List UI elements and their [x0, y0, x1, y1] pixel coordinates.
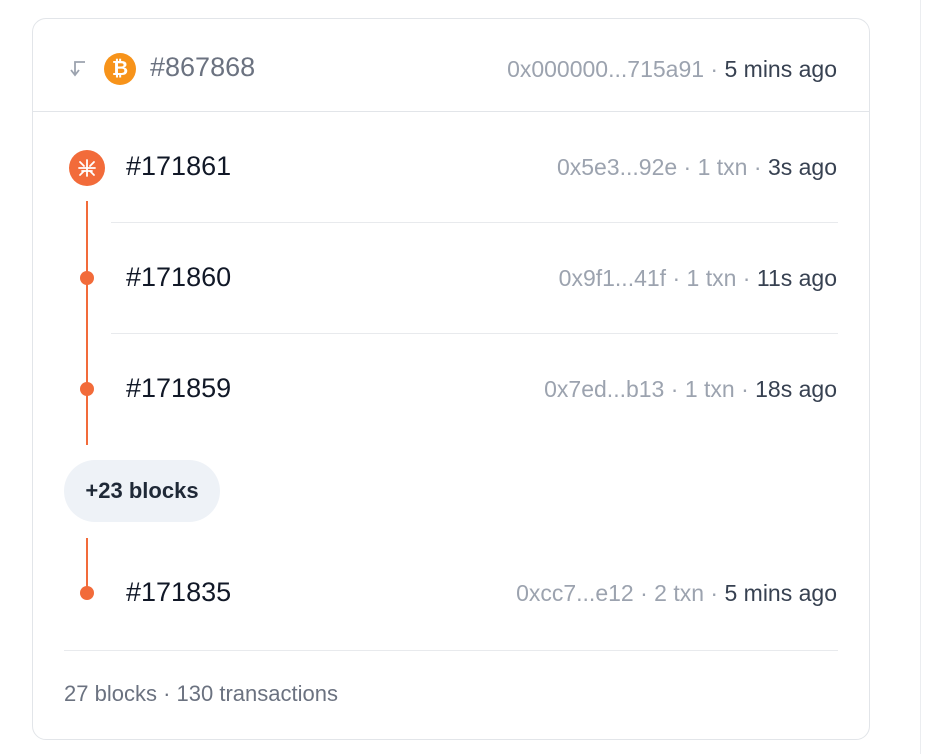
- header-block-number[interactable]: #867868: [150, 52, 255, 83]
- separator: ·: [710, 56, 719, 82]
- header-time: 5 mins ago: [724, 56, 837, 82]
- separator: ·: [753, 154, 762, 180]
- block-txns[interactable]: 2 txn: [654, 580, 704, 606]
- row-divider: [111, 222, 838, 223]
- block-hash[interactable]: 0xcc7...e12: [516, 580, 634, 606]
- chain-line: [86, 538, 88, 593]
- block-time: 3s ago: [767, 154, 837, 180]
- footer-divider: [64, 650, 838, 651]
- separator: ·: [672, 265, 681, 291]
- header-hash[interactable]: 0x000000...715a91: [507, 56, 704, 82]
- return-arrow-icon[interactable]: [67, 59, 89, 79]
- bitcoin-icon: ₿: [104, 53, 136, 85]
- block-number[interactable]: #171835: [126, 577, 231, 608]
- footer-blocks-count: 27 blocks: [64, 681, 157, 706]
- chain-logo-icon: [69, 150, 105, 186]
- separator: ·: [741, 376, 749, 402]
- separator: ·: [710, 580, 719, 606]
- footer-transactions-count: 130 transactions: [176, 681, 338, 706]
- header-meta: 0x000000...715a91 · 5 mins ago: [507, 56, 837, 83]
- block-number[interactable]: #171861: [126, 151, 231, 182]
- separator: ·: [640, 580, 648, 606]
- separator: ·: [163, 681, 171, 706]
- separator: ·: [742, 265, 751, 291]
- block-number[interactable]: #171859: [126, 373, 231, 404]
- block-meta: 0xcc7...e12 · 2 txn · 5 mins ago: [516, 580, 837, 607]
- block-card: ₿ #867868 0x000000...715a91 · 5 mins ago: [32, 18, 870, 740]
- chain-dot: [80, 382, 94, 396]
- panel-divider: [920, 0, 921, 754]
- card-footer: 27 blocks · 130 transactions: [64, 681, 338, 707]
- block-meta: 0x9f1...41f · 1 txn · 11s ago: [559, 265, 837, 292]
- row-divider: [111, 333, 838, 334]
- more-blocks-button[interactable]: +23 blocks: [64, 460, 220, 522]
- chain-dot: [80, 586, 94, 600]
- block-number[interactable]: #171860: [126, 262, 231, 293]
- block-hash[interactable]: 0x5e3...92e: [557, 154, 677, 180]
- block-meta: 0x5e3...92e · 1 txn · 3s ago: [557, 154, 837, 181]
- chain-dot: [80, 271, 94, 285]
- block-txns[interactable]: 1 txn: [698, 154, 748, 180]
- block-txns[interactable]: 1 txn: [687, 265, 737, 291]
- block-time: 11s ago: [756, 265, 837, 291]
- block-time: 18s ago: [755, 376, 837, 402]
- chain-line: [86, 201, 88, 445]
- separator: ·: [670, 376, 679, 402]
- block-hash[interactable]: 0x7ed...b13: [544, 376, 664, 402]
- page: ₿ #867868 0x000000...715a91 · 5 mins ago: [0, 0, 950, 754]
- separator: ·: [683, 154, 692, 180]
- block-hash[interactable]: 0x9f1...41f: [559, 265, 666, 291]
- block-time: 5 mins ago: [724, 580, 837, 606]
- card-header: ₿ #867868 0x000000...715a91 · 5 mins ago: [33, 19, 869, 112]
- block-txns[interactable]: 1 txn: [685, 376, 735, 402]
- block-meta: 0x7ed...b13 · 1 txn · 18s ago: [544, 376, 837, 403]
